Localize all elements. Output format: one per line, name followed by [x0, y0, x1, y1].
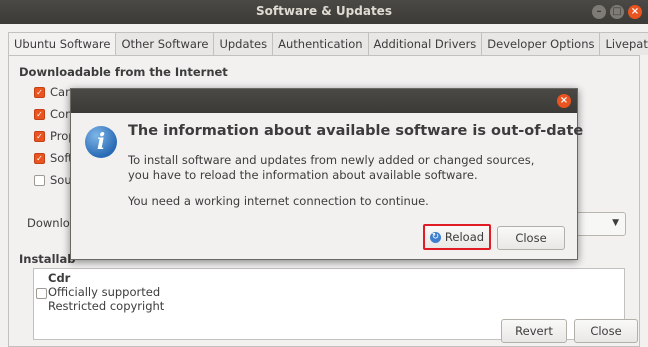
window-title: Software & Updates [256, 4, 392, 18]
tab-livepatch[interactable]: Livepatch [599, 32, 648, 55]
reload-button[interactable]: ↻ Reload [423, 224, 491, 250]
tab-authentication[interactable]: Authentication [272, 32, 369, 55]
cdrom-title: Cdr [48, 271, 71, 285]
source-restricted-row[interactable]: ✓ Soft [34, 150, 73, 166]
reload-icon: ↻ [429, 231, 441, 243]
tab-ubuntu-software[interactable]: Ubuntu Software [8, 32, 117, 56]
checkbox-community[interactable]: ✓ [34, 108, 45, 120]
info-icon: i [85, 126, 117, 158]
chevron-down-icon: ▼ [612, 218, 619, 228]
tab-bar: Ubuntu Software Other Software Updates A… [8, 32, 648, 56]
checkbox-proprietary[interactable]: ✓ [34, 130, 45, 142]
close-button[interactable]: Close [574, 319, 638, 343]
cdrom-line-officially-supported: Officially supported [48, 285, 161, 299]
dialog-message: To install software and updates from new… [128, 153, 535, 182]
checkbox-source-code[interactable]: ✓ [34, 174, 45, 186]
downloadable-heading: Downloadable from the Internet [19, 65, 228, 79]
minimize-button[interactable]: – [592, 5, 606, 19]
tab-developer-options[interactable]: Developer Options [481, 32, 601, 55]
dialog-note: You need a working internet connection t… [128, 194, 429, 208]
dialog-title: The information about available software… [128, 123, 584, 139]
checkbox-cdrom[interactable]: ✓ [36, 288, 47, 299]
dialog-close-icon[interactable]: × [557, 94, 571, 108]
reload-label: Reload [444, 230, 485, 244]
installable-heading: Installab [19, 252, 76, 266]
tab-updates[interactable]: Updates [213, 32, 274, 55]
window-titlebar: Software & Updates – □ × [0, 0, 648, 24]
revert-button[interactable]: Revert [501, 319, 567, 343]
tab-additional-drivers[interactable]: Additional Drivers [367, 32, 483, 55]
tab-other-software[interactable]: Other Software [115, 32, 215, 55]
cdrom-line-restricted-copyright: Restricted copyright [48, 299, 165, 313]
maximize-button[interactable]: □ [610, 5, 624, 19]
checkbox-restricted[interactable]: ✓ [34, 152, 45, 164]
outdated-info-dialog: × i The information about available soft… [70, 88, 583, 260]
checkbox-main[interactable]: ✓ [34, 86, 45, 98]
window-controls: – □ × [592, 5, 642, 19]
dialog-titlebar: × [71, 89, 577, 113]
window-close-button[interactable]: × [628, 5, 642, 19]
dialog-close-button[interactable]: Close [497, 226, 565, 250]
download-from-label: Downlo [27, 216, 70, 230]
